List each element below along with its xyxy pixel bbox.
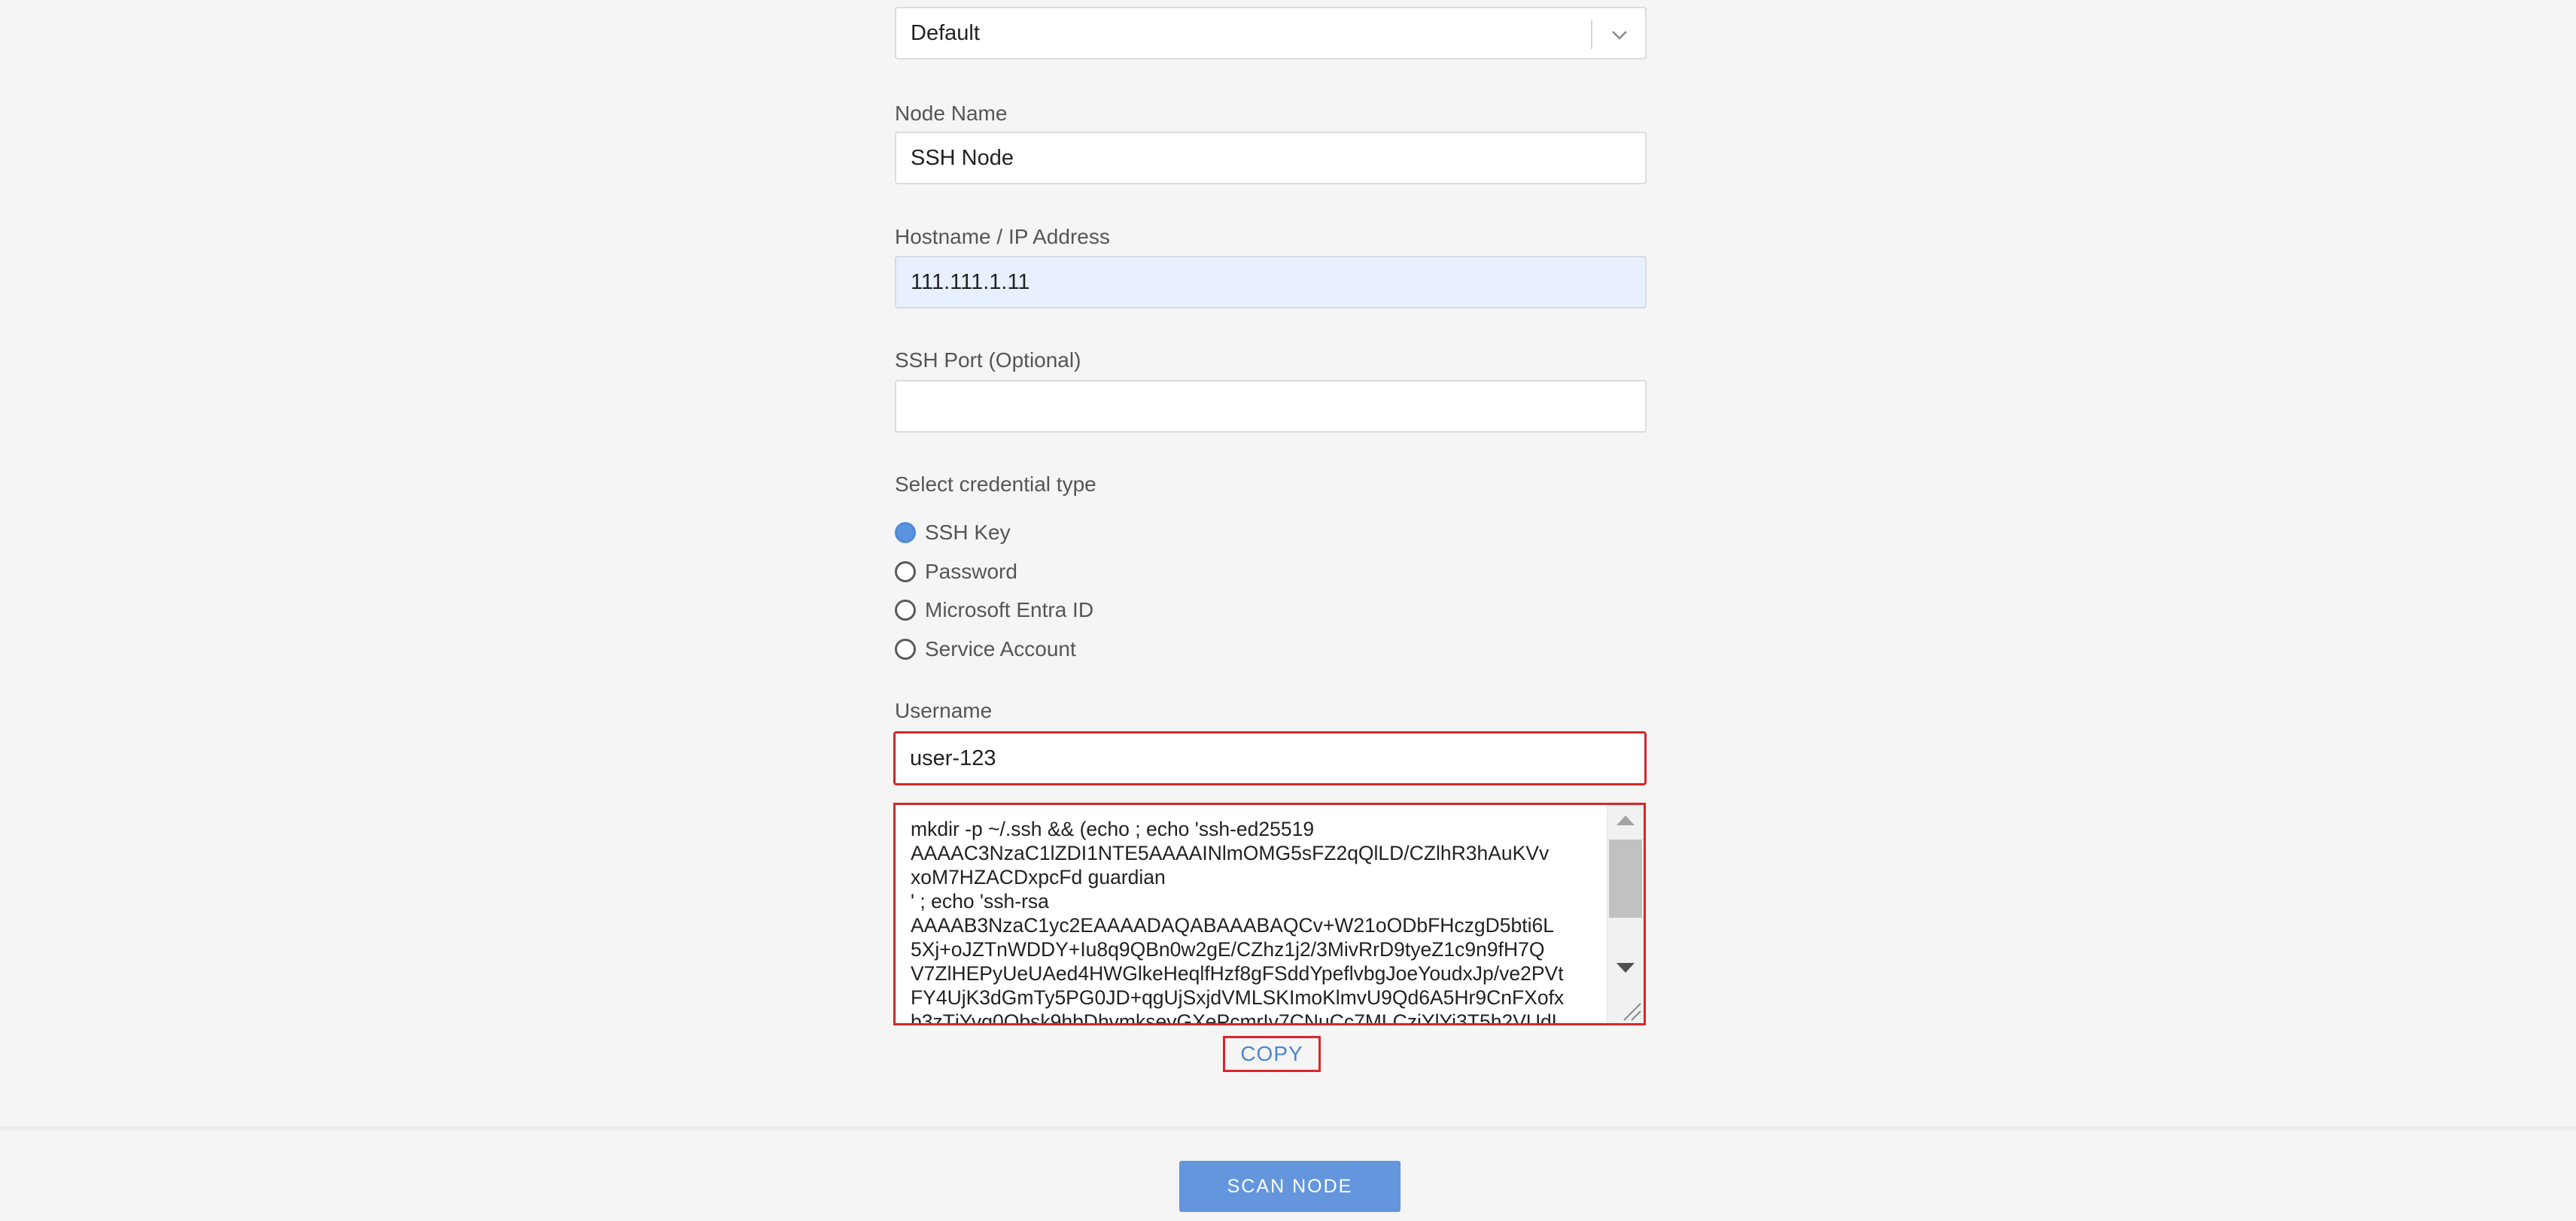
- radio-ssh-key[interactable]: SSH Key: [895, 519, 1011, 546]
- ssh-port-label: SSH Port (Optional): [895, 348, 1081, 372]
- hostname-input[interactable]: 111.111.1.11: [895, 256, 1647, 308]
- radio-microsoft-entra-id-label: Microsoft Entra ID: [925, 598, 1094, 621]
- footer-bar: SCAN NODE: [0, 1126, 2576, 1221]
- username-input[interactable]: user-123: [893, 731, 1647, 785]
- textarea-scrollbar[interactable]: [1607, 805, 1644, 1023]
- node-name-label: Node Name: [895, 102, 1008, 125]
- radio-ssh-key-label: SSH Key: [925, 521, 1011, 544]
- radio-unchecked-icon[interactable]: [895, 639, 916, 660]
- copy-button[interactable]: COPY: [1223, 1036, 1321, 1072]
- radio-unchecked-icon[interactable]: [895, 561, 916, 582]
- radio-unchecked-icon[interactable]: [895, 600, 916, 621]
- username-label: Username: [895, 699, 993, 722]
- page: Default Node Name SSH Node Hostname / IP…: [0, 0, 2576, 1221]
- username-value: user-123: [910, 746, 996, 770]
- hostname-label: Hostname / IP Address: [895, 225, 1110, 248]
- node-name-input[interactable]: SSH Node: [895, 132, 1647, 184]
- node-name-value: SSH Node: [911, 146, 1014, 170]
- radio-service-account-label: Service Account: [925, 637, 1076, 661]
- profile-select[interactable]: Default: [895, 7, 1647, 59]
- scroll-down-arrow-icon[interactable]: [1616, 963, 1635, 973]
- select-separator: [1591, 20, 1592, 49]
- ssh-port-input[interactable]: [895, 380, 1647, 433]
- radio-password[interactable]: Password: [895, 558, 1017, 585]
- ssh-command-textarea[interactable]: mkdir -p ~/.ssh && (echo ; echo 'ssh-ed2…: [893, 803, 1646, 1025]
- radio-checked-icon[interactable]: [895, 522, 916, 543]
- scan-node-button[interactable]: SCAN NODE: [1179, 1161, 1401, 1212]
- ssh-command-text: mkdir -p ~/.ssh && (echo ; echo 'ssh-ed2…: [911, 818, 1565, 1025]
- scrollbar-thumb[interactable]: [1609, 840, 1642, 918]
- radio-password-label: Password: [925, 560, 1017, 583]
- hostname-value: 111.111.1.11: [911, 270, 1030, 294]
- radio-microsoft-entra-id[interactable]: Microsoft Entra ID: [895, 597, 1093, 624]
- chevron-down-icon[interactable]: [1607, 23, 1632, 47]
- profile-select-value: Default: [911, 21, 980, 45]
- credential-type-label: Select credential type: [895, 472, 1096, 496]
- resize-grip-icon[interactable]: [1620, 999, 1642, 1022]
- radio-service-account[interactable]: Service Account: [895, 636, 1076, 663]
- scroll-up-arrow-icon[interactable]: [1616, 816, 1635, 825]
